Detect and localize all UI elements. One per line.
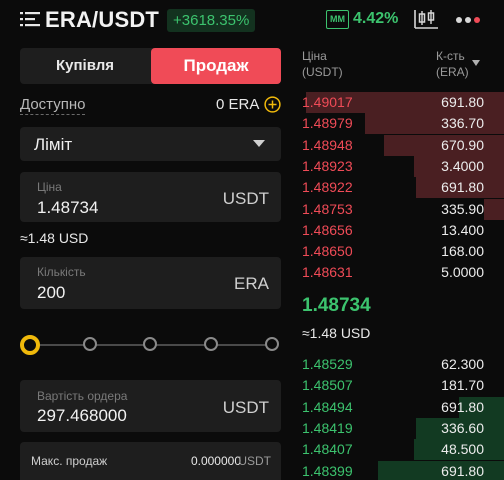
order-value-label: Вартість ордера [37,389,128,403]
bid-row[interactable]: 1.48419 336.60 [300,417,504,439]
ask-qty: 335.90 [441,200,484,217]
more-icon[interactable] [455,16,481,24]
price-value[interactable]: 1.48734 [37,198,98,218]
price-label: Ціна [37,180,62,194]
price-unit: USDT [222,189,269,208]
bid-price: 1.48419 [302,419,353,436]
chevron-down-icon [253,140,265,147]
bid-qty: 181.70 [441,377,484,394]
bid-price: 1.48407 [302,441,353,458]
ask-qty: 336.70 [441,115,484,132]
order-side-toggle: Купівля Продаж [20,48,281,84]
ask-row[interactable]: 1.48753 335.90 [300,198,504,220]
add-funds-icon[interactable] [264,96,281,113]
bid-qty: 336.60 [441,419,484,436]
ask-qty: 168.00 [441,243,484,260]
order-type-label: Ліміт [34,135,73,154]
trading-pair[interactable]: ERA/USDT [45,7,159,33]
ask-price: 1.48979 [302,115,353,132]
bid-row[interactable]: 1.48507 181.70 [300,375,504,396]
available-label[interactable]: Доступно [20,96,86,115]
qty-header-label: К-сть [436,49,465,63]
ask-qty: 5.0000 [441,264,484,281]
amount-value[interactable]: 200 [37,283,65,303]
ask-row[interactable]: 1.48922 691.80 [300,177,504,199]
ask-row[interactable]: 1.48948 670.90 [300,134,504,156]
bid-qty: 691.80 [441,462,484,479]
last-price-usd: ≈1.48 USD [302,325,371,341]
orderbook-qty-header[interactable]: К-сть (ERA) [436,48,469,80]
bid-price: 1.48494 [302,398,353,415]
slider-stop-50[interactable] [143,337,157,351]
ask-row[interactable]: 1.48656 13.400 [300,220,504,241]
ask-row[interactable]: 1.49017 691.80 [300,92,504,113]
ask-price: 1.48631 [302,264,353,281]
ask-price: 1.48922 [302,179,353,196]
amount-slider[interactable] [20,334,281,356]
slider-stop-100[interactable] [265,337,279,351]
ask-qty: 691.80 [441,94,484,110]
amount-label: Кількість [37,265,86,279]
price-approx-usd: ≈1.48 USD [20,230,89,246]
sort-down-icon[interactable] [472,60,480,66]
ask-qty: 3.4000 [441,157,484,174]
order-value-amount[interactable]: 297.468000 [37,406,127,426]
price-input[interactable]: Ціна 1.48734 USDT [20,172,281,222]
orderbook-price-header: Ціна (USDT) [302,48,343,80]
ask-price: 1.48948 [302,136,353,153]
max-sell-value: 0.000000 [190,454,241,468]
mm-badge[interactable]: MM [326,10,349,29]
sell-tab[interactable]: Продаж [151,48,281,84]
ask-qty: 691.80 [441,179,484,196]
slider-stop-25[interactable] [83,337,97,351]
qty-header-unit: (ERA) [436,65,469,79]
ask-row[interactable]: 1.48923 3.4000 [300,155,504,177]
bid-row[interactable]: 1.48399 691.80 [300,460,504,480]
max-sell-unit: USDT [238,454,271,468]
order-value-input[interactable]: Вартість ордера 297.468000 USDT [20,380,281,432]
slider-stop-75[interactable] [204,337,218,351]
ask-price: 1.48656 [302,221,353,238]
bid-row[interactable]: 1.48494 691.80 [300,396,504,418]
bid-qty: 691.80 [441,398,484,415]
ask-row[interactable]: 1.48631 5.0000 [300,262,504,283]
max-sell-row: Макс. продаж 0.000000 USDT [20,442,281,480]
bid-price: 1.48399 [302,462,353,479]
bid-row[interactable]: 1.48407 48.500 [300,439,504,461]
available-value: 0 ERA [216,96,260,113]
ask-depth-bar [483,198,504,220]
bid-price: 1.48507 [302,377,353,394]
ask-qty: 670.90 [441,136,484,153]
candlestick-chart-icon[interactable] [413,8,439,30]
bid-row[interactable]: 1.48529 62.300 [300,354,504,375]
buy-tab[interactable]: Купівля [20,48,150,84]
ask-row[interactable]: 1.48650 168.00 [300,241,504,262]
bid-qty: 62.300 [441,356,484,372]
mm-value[interactable]: 4.42% [353,10,398,28]
amount-unit: ERA [234,274,269,293]
amount-input[interactable]: Кількість 200 ERA [20,257,281,309]
ask-qty: 13.400 [441,221,484,238]
last-price[interactable]: 1.48734 [302,295,371,317]
ask-price: 1.48650 [302,243,353,260]
header: ERA/USDT +3618.35% MM 4.42% [0,0,504,40]
ask-price: 1.48923 [302,157,353,174]
bid-qty: 48.500 [441,441,484,458]
ask-row[interactable]: 1.48979 336.70 [300,113,504,135]
ask-price: 1.49017 [302,94,353,110]
order-type-select[interactable]: Ліміт [20,127,281,161]
price-change-badge: +3618.35% [167,9,256,32]
order-value-unit: USDT [222,398,269,417]
bid-price: 1.48529 [302,356,353,372]
max-sell-label: Макс. продаж [31,454,108,468]
ask-price: 1.48753 [302,200,353,217]
price-header-label: Ціна [302,49,327,63]
menu-icon[interactable] [20,11,40,27]
price-header-unit: (USDT) [302,65,343,79]
slider-handle[interactable] [20,335,40,355]
